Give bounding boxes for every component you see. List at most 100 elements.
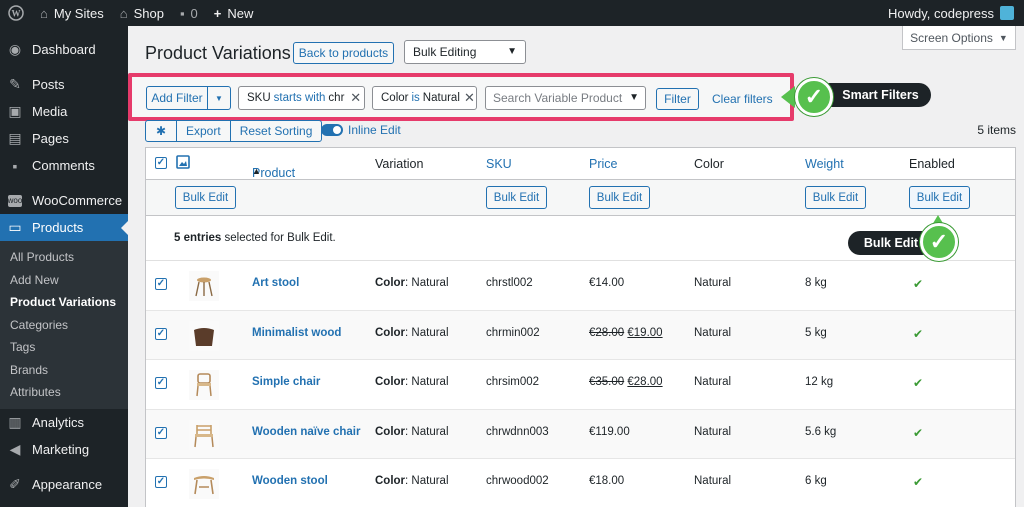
menu-products[interactable]: ▭ Products	[0, 214, 128, 241]
menu-label: Dashboard	[32, 42, 96, 57]
shop-label: Shop	[133, 5, 164, 21]
bulk-editing-select[interactable]: Bulk Editing ▼	[404, 40, 526, 64]
table-row[interactable]: ✓ Wooden naïve chair Color: Natural chrw…	[146, 409, 1015, 459]
product-name-link[interactable]: Wooden stool	[252, 475, 328, 487]
submenu-categories[interactable]: Categories	[0, 314, 128, 337]
submenu-product-variations[interactable]: Product Variations	[0, 291, 128, 314]
submenu-attributes[interactable]: Attributes	[0, 381, 128, 404]
menu-media[interactable]: ▣ Media	[0, 98, 128, 125]
row-checkbox[interactable]: ✓	[155, 278, 167, 290]
table-row[interactable]: ✓ Minimalist wood Color: Natural chrmin0…	[146, 310, 1015, 360]
bulk-edit-product-button[interactable]: Bulk Edit	[175, 186, 236, 209]
table-row[interactable]: ✓ Simple chair Color: Natural chrsim002 …	[146, 360, 1015, 410]
sku-cell: chrsim002	[486, 376, 540, 388]
clear-filters-link[interactable]: Clear filters	[712, 92, 773, 106]
bulk-edit-sku-button[interactable]: Bulk Edit	[486, 186, 547, 209]
price-cell: €18.00	[589, 475, 624, 487]
inline-edit-toggle[interactable]: Inline Edit	[321, 123, 401, 137]
column-weight[interactable]: Weight	[805, 157, 844, 171]
filter-button[interactable]: Filter	[656, 88, 699, 110]
product-thumbnail	[189, 370, 219, 400]
caret-down-icon[interactable]: ▼	[208, 87, 230, 109]
menu-comments[interactable]: ▪ Comments	[0, 152, 128, 179]
bulk-edit-weight-button[interactable]: Bulk Edit	[805, 186, 866, 209]
menu-appearance[interactable]: ✐ Appearance	[0, 471, 128, 498]
product-name-link[interactable]: Simple chair	[252, 376, 320, 388]
variation-key: Color	[375, 475, 406, 487]
column-color: Color	[694, 157, 724, 171]
comment-icon: ▪	[12, 157, 18, 174]
plus-icon: +	[213, 5, 222, 21]
menu-label: Media	[32, 104, 68, 119]
color-cell: Natural	[694, 376, 732, 388]
enabled-check-icon[interactable]: ✔	[913, 475, 923, 489]
settings-gear-button[interactable]: ✱	[145, 120, 177, 142]
enabled-check-icon[interactable]: ✔	[913, 426, 923, 440]
pin-icon: ✎	[9, 76, 21, 92]
submenu-add-new[interactable]: Add New	[0, 269, 128, 292]
chip-value: chr	[328, 92, 345, 104]
product-name-link[interactable]: Art stool	[252, 277, 299, 289]
shop-link[interactable]: ⌂ Shop	[112, 0, 172, 26]
my-account[interactable]: Howdy, codepress	[888, 6, 1024, 21]
menu-analytics[interactable]: ▥ Analytics	[0, 409, 128, 436]
bulk-edit-enabled-button[interactable]: Bulk Edit	[909, 186, 970, 209]
inline-edit-label: Inline Edit	[348, 123, 401, 137]
weight-cell: 6 kg	[805, 475, 827, 487]
chip-field: SKU	[247, 92, 271, 104]
chip-value: Natural	[422, 92, 460, 104]
new-content-menu[interactable]: + New	[206, 0, 262, 26]
column-sku[interactable]: SKU	[486, 157, 512, 171]
enabled-check-icon[interactable]: ✔	[913, 327, 923, 341]
menu-posts[interactable]: ✎ Posts	[0, 71, 128, 98]
menu-label: Analytics	[32, 414, 85, 430]
filter-chip-sku[interactable]: SKU starts with chr ✕	[238, 86, 365, 110]
wordpress-icon: W	[8, 5, 24, 21]
page-title: Product Variations	[145, 43, 291, 63]
products-submenu: All Products Add New Product Variations …	[0, 241, 128, 409]
product-name-link[interactable]: Wooden naïve chair	[252, 426, 360, 438]
reset-sorting-button[interactable]: Reset Sorting	[229, 120, 323, 142]
column-price[interactable]: Price	[589, 157, 617, 171]
submenu-brands[interactable]: Brands	[0, 359, 128, 382]
remove-filter-icon[interactable]: ✕	[463, 90, 476, 106]
toggle-switch[interactable]	[321, 124, 343, 136]
menu-woocommerce[interactable]: woo WooCommerce	[0, 187, 128, 214]
variation-key: Color	[375, 376, 406, 388]
old-price: €28.00	[589, 326, 625, 339]
color-cell: Natural	[694, 475, 732, 487]
row-checkbox[interactable]: ✓	[155, 327, 167, 340]
back-to-products-button[interactable]: Back to products	[293, 42, 394, 64]
submenu-all-products[interactable]: All Products	[0, 246, 128, 269]
comments-link[interactable]: ▪ 0	[172, 0, 206, 26]
row-checkbox[interactable]: ✓	[155, 377, 167, 389]
enabled-check-icon[interactable]: ✔	[913, 277, 923, 291]
table-header: ✓ Product ▲ Variation SKU Price Color We…	[146, 148, 1015, 180]
add-filter-button[interactable]: Add Filter ▼	[146, 86, 231, 110]
chevron-down-icon: ▼	[629, 92, 639, 103]
row-checkbox[interactable]: ✓	[155, 476, 167, 488]
product-thumbnail	[189, 419, 219, 450]
remove-filter-icon[interactable]: ✕	[347, 90, 364, 106]
menu-dashboard[interactable]: ◉ Dashboard	[0, 36, 128, 63]
export-button[interactable]: Export	[176, 120, 231, 142]
screen-options-button[interactable]: Screen Options ▼	[902, 26, 1016, 50]
menu-marketing[interactable]: ◀ Marketing	[0, 436, 128, 463]
search-variable-product-select[interactable]: Search Variable Product ▼	[485, 86, 646, 110]
table-row[interactable]: ✓ Art stool Color: Natural chrstl002 €14…	[146, 261, 1015, 311]
row-checkbox[interactable]: ✓	[155, 426, 167, 439]
my-sites-menu[interactable]: ⌂ My Sites	[32, 0, 112, 26]
price-cell: €35.00 €28.00	[589, 376, 663, 388]
submenu-tags[interactable]: Tags	[0, 336, 128, 359]
bulk-edit-price-button[interactable]: Bulk Edit	[589, 186, 650, 209]
menu-pages[interactable]: ▤ Pages	[0, 125, 128, 152]
howdy-label: Howdy, codepress	[888, 5, 994, 21]
table-row[interactable]: ✓ Wooden stool Color: Natural chrwood002…	[146, 459, 1015, 507]
product-name-link[interactable]: Minimalist wood	[252, 327, 341, 339]
callout-pointer	[781, 86, 795, 108]
wordpress-logo[interactable]: W	[0, 0, 32, 26]
enabled-check-icon[interactable]: ✔	[913, 376, 923, 390]
svg-text:W: W	[12, 9, 21, 19]
filter-chip-color[interactable]: Color is Natural ✕	[372, 86, 477, 110]
select-all-checkbox[interactable]: ✓	[155, 157, 167, 169]
